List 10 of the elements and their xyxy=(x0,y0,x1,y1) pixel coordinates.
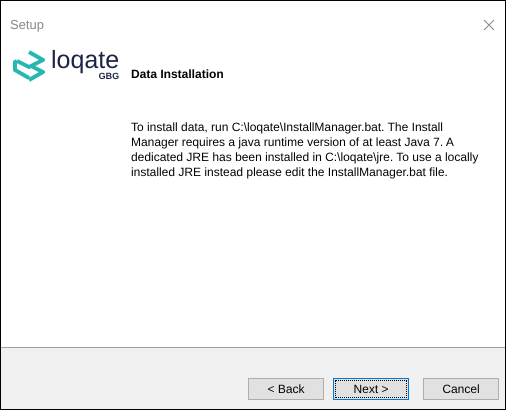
message-text: To install data, run C:\loqate\InstallManager.bat. The Install Manager requires a java runtime version of at least Java 7. A dedicated JRE has been installed in C:\loqate\jre. To use a locally installed JRE instead please edit the InstallManager.bat file. xyxy=(131,120,480,180)
wizard-button[interactable]: Cancel xyxy=(423,378,499,400)
close-icon[interactable] xyxy=(483,19,495,31)
logo-icon xyxy=(12,50,46,82)
page-heading: Data Installation xyxy=(131,66,225,83)
logo-wordmark: loqate xyxy=(51,48,120,72)
wizard-button[interactable]: Next > xyxy=(333,378,409,400)
wizard-button[interactable]: < Back xyxy=(248,378,324,400)
window-title: Setup xyxy=(10,16,44,34)
logo-subtitle: GBG xyxy=(98,72,120,80)
